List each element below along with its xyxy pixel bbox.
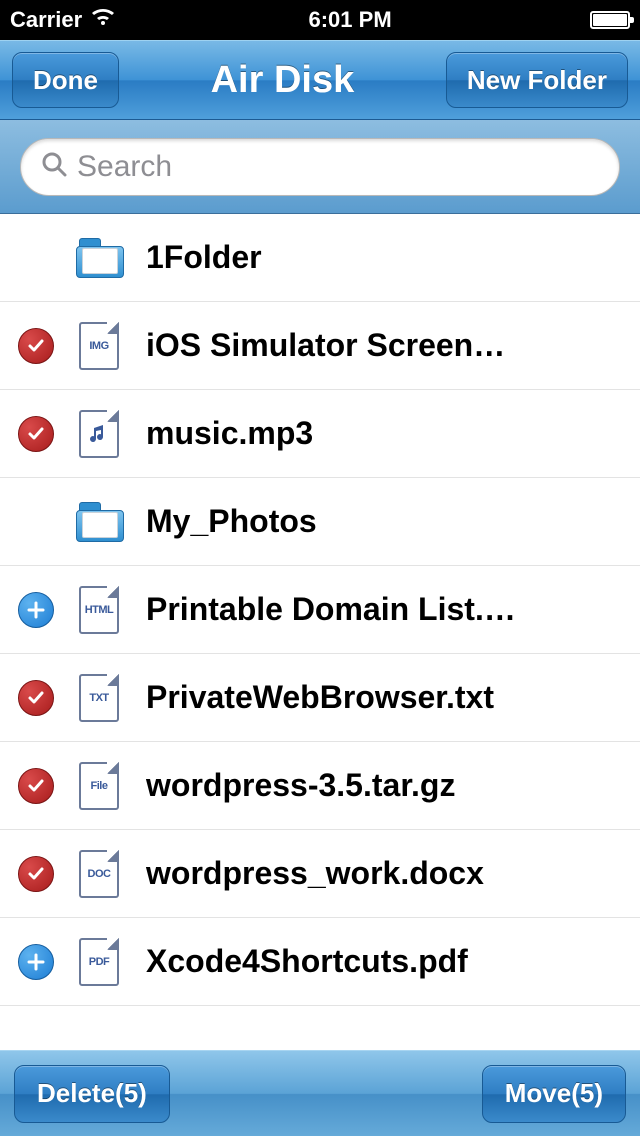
file-file-icon: File	[76, 763, 122, 809]
file-row[interactable]: HTML Printable Domain List.…	[0, 566, 640, 654]
carrier-label: Carrier	[10, 7, 82, 33]
audio-file-icon	[76, 411, 122, 457]
add-plus-icon[interactable]	[16, 942, 56, 982]
file-name-label: 1Folder	[146, 239, 624, 276]
folder-icon	[76, 499, 122, 545]
search-bar	[0, 120, 640, 214]
file-name-label: music.mp3	[146, 415, 624, 452]
file-row[interactable]: TXT PrivateWebBrowser.txt	[0, 654, 640, 742]
file-row[interactable]: File wordpress-3.5.tar.gz	[0, 742, 640, 830]
file-name-label: Printable Domain List.…	[146, 591, 624, 628]
file-name-label: Xcode4Shortcuts.pdf	[146, 943, 624, 980]
file-row[interactable]: music.mp3	[0, 390, 640, 478]
selected-checkmark-icon[interactable]	[16, 766, 56, 806]
bottom-toolbar: Delete(5) Move(5)	[0, 1050, 640, 1136]
add-plus-icon[interactable]	[16, 590, 56, 630]
page-title: Air Disk	[211, 59, 355, 102]
file-name-label: wordpress_work.docx	[146, 855, 624, 892]
delete-button[interactable]: Delete(5)	[14, 1065, 170, 1123]
file-row[interactable]: 1Folder	[0, 214, 640, 302]
selected-checkmark-icon[interactable]	[16, 678, 56, 718]
new-folder-button[interactable]: New Folder	[446, 52, 628, 108]
file-name-label: PrivateWebBrowser.txt	[146, 679, 624, 716]
nav-bar: Done Air Disk New Folder	[0, 40, 640, 120]
file-row[interactable]: My_Photos	[0, 478, 640, 566]
status-bar: Carrier 6:01 PM	[0, 0, 640, 40]
file-name-label: wordpress-3.5.tar.gz	[146, 767, 624, 804]
selected-checkmark-icon[interactable]	[16, 326, 56, 366]
txt-file-icon: TXT	[76, 675, 122, 721]
done-button[interactable]: Done	[12, 52, 119, 108]
file-row[interactable]: IMG iOS Simulator Screen…	[0, 302, 640, 390]
wifi-icon	[90, 7, 116, 33]
status-time: 6:01 PM	[116, 7, 584, 33]
file-list: 1Folder IMG iOS Simulator Screen… music.mp3…	[0, 214, 640, 1006]
move-button[interactable]: Move(5)	[482, 1065, 626, 1123]
file-name-label: My_Photos	[146, 503, 624, 540]
search-field[interactable]	[20, 138, 620, 196]
selected-checkmark-icon[interactable]	[16, 854, 56, 894]
battery-icon	[590, 11, 630, 29]
pdf-file-icon: PDF	[76, 939, 122, 985]
search-icon	[41, 151, 67, 182]
html-file-icon: HTML	[76, 587, 122, 633]
search-input[interactable]	[77, 150, 599, 184]
file-name-label: iOS Simulator Screen…	[146, 327, 624, 364]
file-row[interactable]: DOC wordpress_work.docx	[0, 830, 640, 918]
folder-icon	[76, 235, 122, 281]
selected-checkmark-icon[interactable]	[16, 414, 56, 454]
doc-file-icon: DOC	[76, 851, 122, 897]
img-file-icon: IMG	[76, 323, 122, 369]
file-row[interactable]: PDF Xcode4Shortcuts.pdf	[0, 918, 640, 1006]
